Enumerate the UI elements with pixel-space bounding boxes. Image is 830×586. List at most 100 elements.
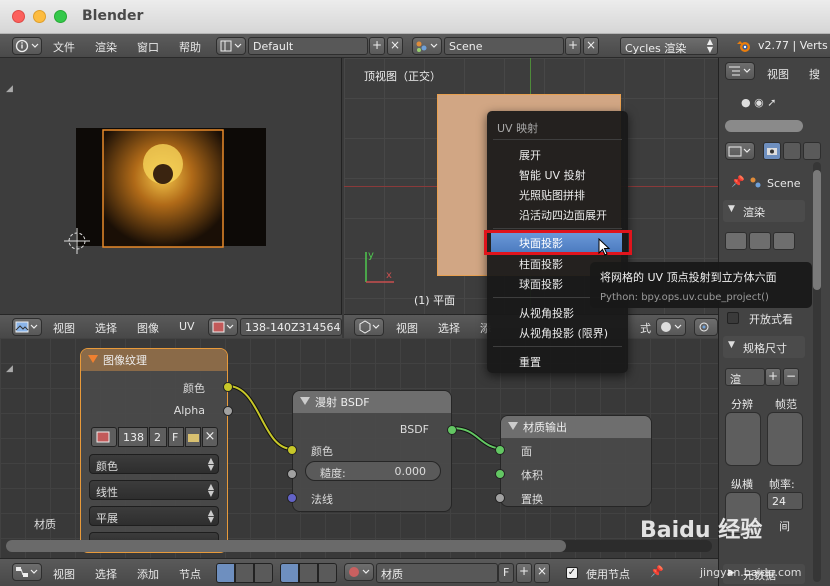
material-name-field[interactable]: 材质 — [376, 563, 498, 583]
image-users-field[interactable]: 138 — [118, 427, 148, 447]
output-bsdf-socket[interactable] — [447, 425, 457, 435]
material-output-node[interactable]: 材质输出 面 体积 置换 — [495, 415, 652, 507]
node-menu-select[interactable]: 选择 — [95, 566, 117, 582]
input-normal-socket[interactable] — [287, 493, 297, 503]
use-nodes-checkbox[interactable]: ✓ — [566, 567, 578, 579]
pin-icon[interactable]: 📌 — [650, 565, 664, 578]
tree-compositing-button[interactable] — [299, 563, 318, 583]
render-preset-select[interactable]: 渲 — [725, 368, 765, 386]
add-scene-button[interactable]: + — [565, 37, 581, 55]
image-count-field[interactable]: 2 — [149, 427, 167, 447]
menu-window[interactable]: 窗口 — [137, 39, 159, 55]
frame-range-fields[interactable] — [767, 412, 803, 466]
dimensions-panel-header[interactable]: ▼ 规格尺寸 — [723, 336, 805, 358]
collapse-node-icon[interactable] — [508, 422, 518, 430]
uv-menu-uvs[interactable]: UV — [179, 320, 195, 333]
color-space-select[interactable]: 颜色 ▲ ▼ — [89, 454, 219, 474]
uv-menu-view[interactable]: 视图 — [53, 320, 75, 336]
add-layout-button[interactable]: + — [369, 37, 385, 55]
viewport-menu-view[interactable]: 视图 — [396, 320, 418, 336]
material-browse-button[interactable] — [344, 563, 374, 581]
fake-user-toggle[interactable]: F — [168, 427, 184, 447]
roughness-slider[interactable]: 糙度: 0.000 — [305, 461, 441, 481]
unlink-image-button[interactable]: × — [202, 427, 218, 447]
viewport-shading-button[interactable] — [656, 318, 686, 336]
image-browse-button[interactable] — [91, 427, 117, 447]
uv-menu-select[interactable]: 选择 — [95, 320, 117, 336]
input-color-socket[interactable] — [287, 445, 297, 455]
editor-type-node-button[interactable] — [12, 563, 42, 581]
cursor-icon[interactable]: ➚ — [767, 96, 776, 109]
outliner-scrollbar[interactable] — [725, 120, 803, 132]
diffuse-node-header[interactable]: 漫射 BSDF — [293, 391, 451, 413]
screen-layout-button[interactable] — [216, 37, 246, 55]
render-animation-button[interactable] — [749, 232, 771, 250]
image-name-field[interactable]: 138-140Z314564 — [240, 318, 342, 336]
outliner-search-label[interactable]: 搜 — [809, 66, 820, 82]
interpolation-select[interactable]: 线性 ▲ ▼ — [89, 480, 219, 500]
editor-type-uv-button[interactable] — [12, 318, 42, 336]
render-engine-select[interactable]: Cycles 渲染 ▲ ▼ — [620, 37, 718, 55]
pivot-point-button[interactable] — [694, 318, 718, 336]
corner-drag-icon[interactable]: ◢ — [6, 364, 13, 374]
outliner-row-icons[interactable]: ● ◉ ➚ — [741, 96, 776, 109]
image-texture-node-header[interactable]: 图像纹理 — [81, 349, 227, 371]
uv-menu-image[interactable]: 图像 — [137, 320, 159, 336]
shader-type-object-button[interactable] — [216, 563, 235, 583]
minimize-window-button[interactable] — [33, 10, 46, 23]
resolution-fields[interactable] — [725, 412, 761, 466]
menu-item-lightmap-pack[interactable]: 光照贴图拼排 — [487, 185, 628, 203]
shader-type-world-button[interactable] — [235, 563, 254, 583]
projection-select[interactable]: 平展 ▲ ▼ — [89, 506, 219, 526]
tree-texture-button[interactable] — [318, 563, 337, 583]
output-alpha-socket[interactable] — [223, 406, 233, 416]
material-output-node-header[interactable]: 材质输出 — [501, 416, 651, 438]
zoom-window-button[interactable] — [54, 10, 67, 23]
layers-tab-icon[interactable] — [783, 142, 801, 160]
open-image-button[interactable] — [185, 427, 201, 447]
render-image-button[interactable] — [725, 232, 747, 250]
menu-item-follow-active-quads[interactable]: 沿活动四边面展开 — [487, 205, 628, 223]
outliner-editor-type-button[interactable] — [725, 62, 755, 80]
layout-name-field[interactable]: Default — [248, 37, 368, 55]
close-window-button[interactable] — [12, 10, 25, 23]
properties-scrollbar[interactable] — [813, 162, 821, 582]
menu-help[interactable]: 帮助 — [179, 39, 201, 55]
scene-selector-button[interactable] — [412, 37, 442, 55]
material-fake-user-toggle[interactable]: F — [498, 563, 514, 583]
input-roughness-socket[interactable] — [287, 469, 297, 479]
uv-image-editor[interactable]: ◢ — [0, 58, 342, 314]
outliner-menu-view[interactable]: 视图 — [767, 66, 789, 82]
collapse-node-icon[interactable] — [88, 355, 98, 363]
input-volume-socket[interactable] — [495, 469, 505, 479]
menu-item-smart-uv-project[interactable]: 智能 UV 投射 — [487, 165, 628, 183]
open-checkbox[interactable] — [727, 312, 739, 324]
mode-selector-fragment[interactable]: 式 — [640, 320, 651, 336]
remove-layout-button[interactable]: × — [387, 37, 403, 55]
node-menu-view[interactable]: 视图 — [53, 566, 75, 582]
menu-render[interactable]: 渲染 — [95, 39, 117, 55]
menu-item-reset[interactable]: 重置 — [487, 352, 628, 370]
node-menu-node[interactable]: 节点 — [179, 566, 201, 582]
remove-scene-button[interactable]: × — [583, 37, 599, 55]
render-panel-header[interactable]: ▼ 渲染 — [723, 200, 805, 222]
add-preset-button[interactable]: + — [765, 368, 781, 386]
fps-select[interactable]: 24 — [767, 492, 803, 510]
pin-icon[interactable]: 📌 — [731, 175, 745, 188]
render-audio-button[interactable] — [773, 232, 795, 250]
diffuse-bsdf-node[interactable]: 漫射 BSDF BSDF 颜色 糙度: 0.000 法线 — [287, 390, 457, 512]
unlink-material-button[interactable]: × — [534, 563, 550, 583]
node-editor-scrollbar[interactable] — [6, 540, 712, 552]
remove-preset-button[interactable]: − — [783, 368, 799, 386]
scene-name-field[interactable]: Scene — [444, 37, 564, 55]
editor-type-info-button[interactable] — [12, 37, 42, 55]
input-displacement-socket[interactable] — [495, 493, 505, 503]
editor-type-3d-button[interactable] — [354, 318, 384, 336]
menu-file[interactable]: 文件 — [53, 39, 75, 55]
corner-drag-icon[interactable]: ◢ — [6, 84, 13, 94]
scene-tab-icon[interactable] — [803, 142, 821, 160]
node-menu-add[interactable]: 添加 — [137, 566, 159, 582]
input-surface-socket[interactable] — [495, 445, 505, 455]
output-color-socket[interactable] — [223, 382, 233, 392]
render-tab-icon[interactable] — [763, 142, 781, 160]
